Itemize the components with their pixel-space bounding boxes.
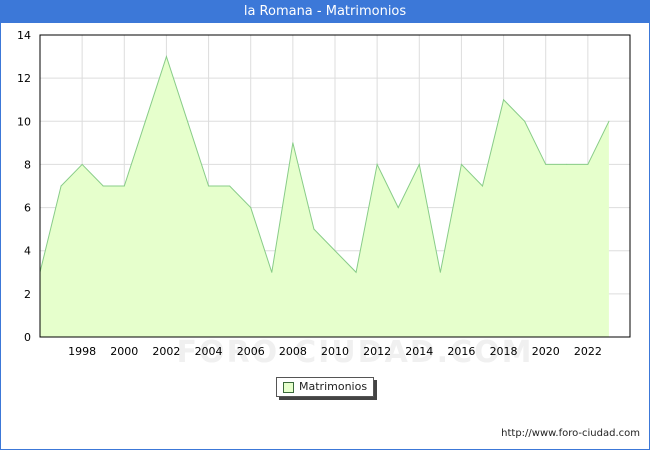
data-point [144, 120, 146, 122]
data-point [123, 185, 125, 187]
data-point [60, 185, 62, 187]
x-tick-label: 2018 [490, 345, 518, 358]
y-tick-label: 12 [17, 72, 31, 85]
data-point [439, 271, 441, 273]
x-tick-label: 2008 [279, 345, 307, 358]
data-point [545, 163, 547, 165]
data-point [187, 120, 188, 122]
y-tick-label: 8 [24, 158, 31, 171]
legend-swatch [283, 382, 294, 393]
data-point [292, 142, 294, 144]
x-tick-label: 2010 [321, 345, 349, 358]
data-point [271, 271, 273, 273]
data-point [355, 271, 357, 273]
data-point [102, 185, 104, 187]
data-point [376, 163, 378, 165]
data-point [397, 207, 399, 209]
data-point [250, 207, 252, 209]
legend-label: Matrimonios [299, 380, 368, 393]
x-tick-label: 2014 [405, 345, 433, 358]
data-point [208, 185, 210, 187]
data-point [587, 163, 589, 165]
x-tick-label: 2020 [532, 345, 560, 358]
x-tick-label: 2016 [447, 345, 475, 358]
y-tick-label: 2 [24, 288, 31, 301]
data-point [165, 56, 167, 58]
y-tick-label: 4 [24, 245, 31, 258]
x-tick-label: 2012 [363, 345, 391, 358]
source-url: http://www.foro-ciudad.com [501, 428, 640, 439]
data-point [524, 120, 526, 122]
data-point [608, 120, 610, 122]
data-point [482, 185, 483, 187]
data-point [418, 163, 420, 165]
x-tick-label: 2022 [574, 345, 602, 358]
x-tick-label: 2002 [152, 345, 180, 358]
data-point [334, 250, 336, 252]
y-tick-label: 14 [17, 29, 31, 42]
x-tick-label: 2000 [110, 345, 138, 358]
data-point [503, 99, 505, 101]
x-tick-label: 2004 [195, 345, 223, 358]
watermark-text: FORO-CIUDAD.COM [177, 335, 534, 370]
y-tick-label: 6 [24, 202, 31, 215]
legend: Matrimonios [276, 377, 374, 397]
y-tick-label: 10 [17, 115, 31, 128]
data-point [81, 163, 83, 165]
x-tick-label: 1998 [68, 345, 96, 358]
x-tick-label: 2006 [237, 345, 265, 358]
y-tick-label: 0 [24, 331, 31, 344]
data-point [229, 185, 231, 187]
data-point [460, 163, 462, 165]
data-point [566, 163, 568, 165]
data-point [313, 228, 315, 230]
